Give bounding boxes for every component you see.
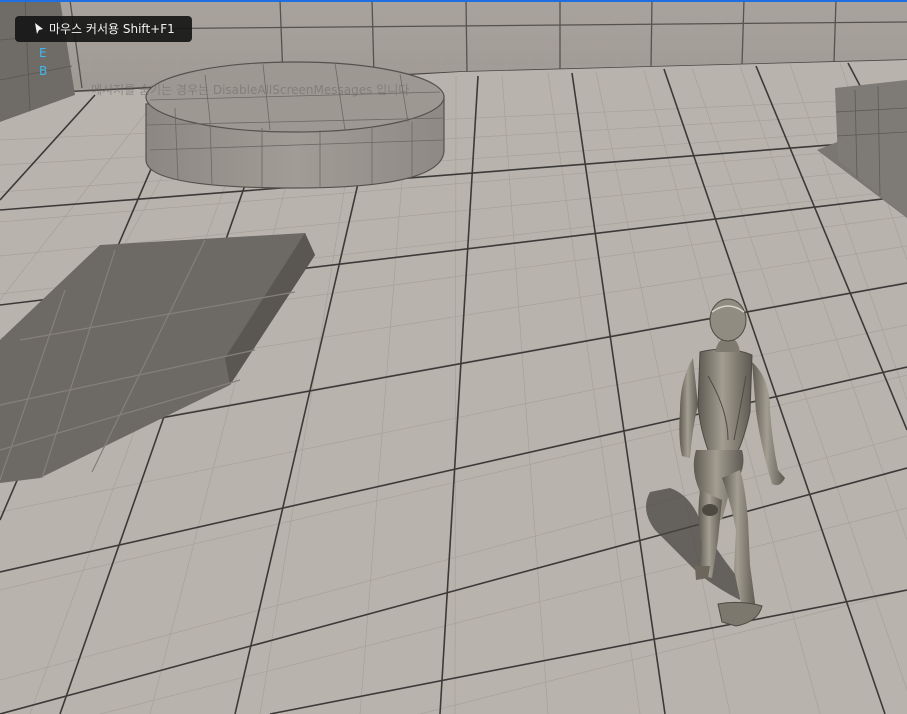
debug-key-b: B — [39, 64, 48, 78]
cursor-hint-text: 마우스 커서용 Shift+F1 — [49, 22, 175, 36]
window-focus-border — [0, 0, 907, 2]
game-viewport[interactable] — [0, 0, 907, 714]
cursor-hint-overlay: 마우스 커서용 Shift+F1 — [15, 16, 192, 42]
mouse-pointer-icon — [35, 23, 43, 34]
level-scene — [0, 0, 907, 714]
screen-message-hint: 메시지를 숨기는 경우는 DisableAllScreenMessages 입니… — [91, 83, 410, 97]
debug-key-e: E — [39, 46, 47, 60]
